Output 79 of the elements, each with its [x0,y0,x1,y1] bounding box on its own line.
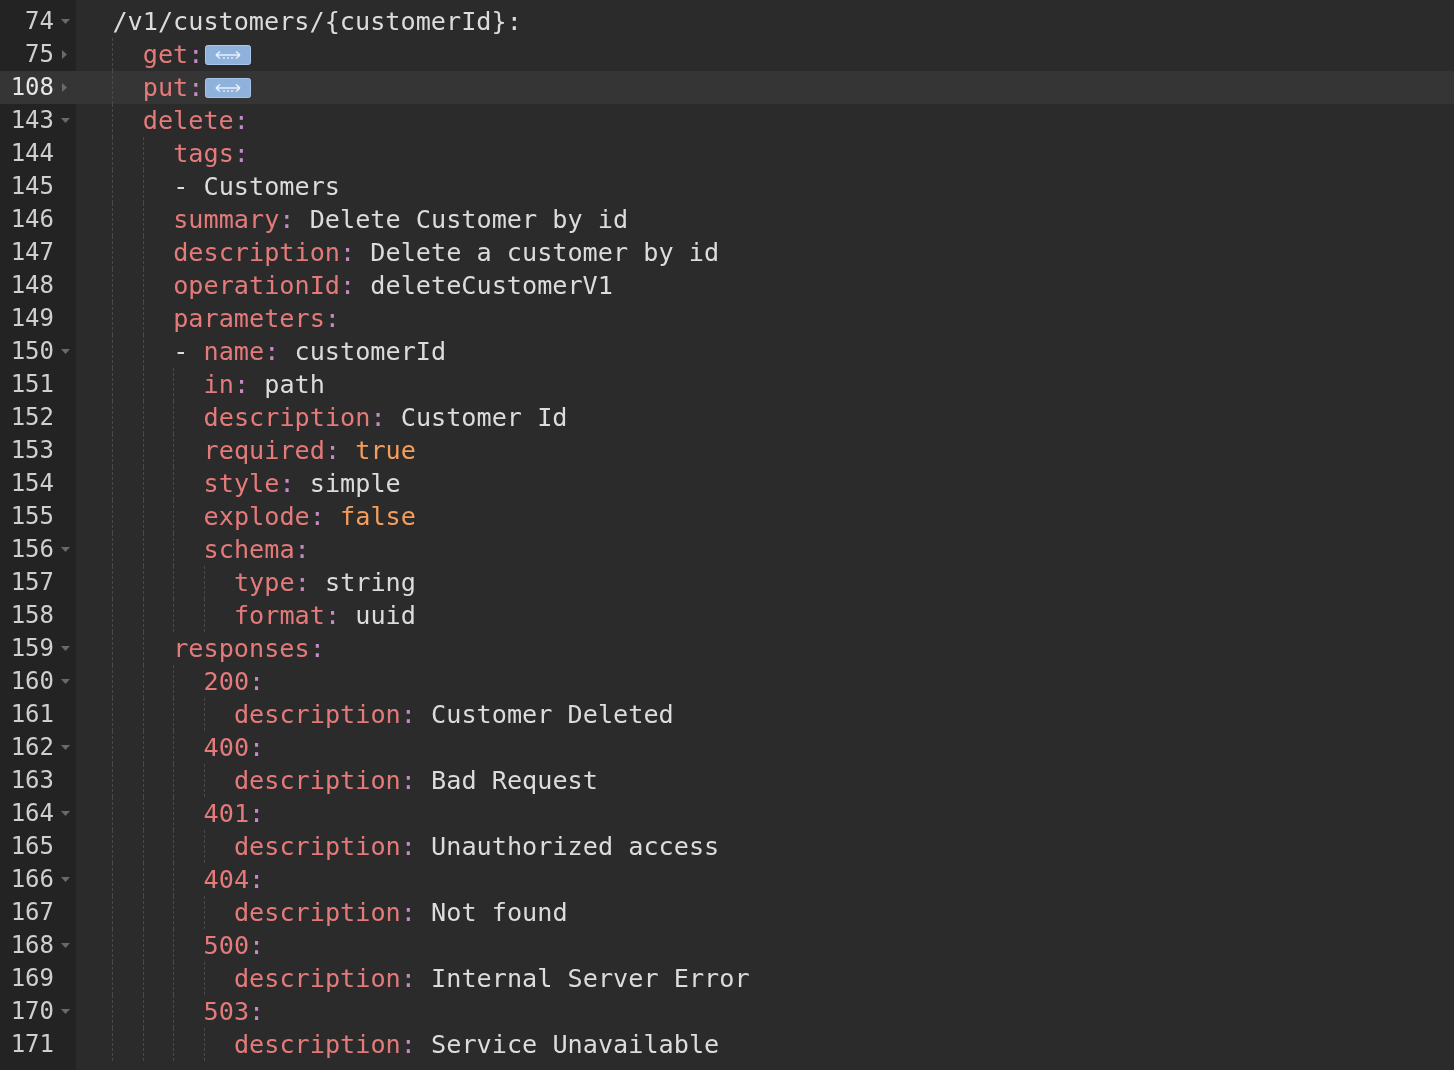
line-number: 155 [9,501,54,532]
code-line: get: [142,39,204,71]
fold-arrow-icon[interactable] [60,546,70,553]
code-line: - Customers [173,171,340,203]
line-number: 151 [9,369,54,400]
fold-arrow-icon[interactable] [60,348,70,355]
code-line: summary: Delete Customer by id [173,204,629,236]
line-number: 160 [9,666,54,697]
fold-arrow-icon[interactable] [62,50,68,59]
code-line: description: Customer Deleted [233,699,674,731]
code-line: schema: [203,534,310,566]
code-line: operationId: deleteCustomerV1 [173,270,613,302]
fold-arrow-icon[interactable] [60,18,70,25]
line-number: 163 [9,765,54,796]
code-line: 400: [203,732,265,764]
code-line: style: simple [203,468,401,500]
code-line: format: uuid [233,600,416,632]
fold-placeholder-icon[interactable] [205,44,252,65]
line-number: 161 [9,699,54,730]
code-line: responses: [173,633,325,665]
fold-arrow-icon[interactable] [60,942,70,949]
code-line: description: Customer Id [203,402,568,434]
code-line: 401: [203,798,265,830]
fold-arrow-icon[interactable] [60,744,70,751]
code-line: 404: [203,864,265,896]
code-line: 200: [203,666,265,698]
line-number: 169 [9,963,54,994]
code-line: description: Delete a customer by id [173,237,720,269]
line-number: 146 [9,204,54,235]
line-number: 170 [9,996,54,1027]
code-line: required: true [203,435,416,467]
line-number: 168 [9,930,54,961]
code-line: - name: customerId [173,336,447,368]
line-number: 152 [9,402,54,433]
code-line: 500: [203,930,265,962]
fold-arrow-icon[interactable] [60,876,70,883]
code-line: parameters: [173,303,340,335]
line-number: 164 [9,798,54,829]
code-line: 503: [203,996,265,1028]
code-line: description: Service Unavailable [233,1029,720,1061]
line-number: 145 [9,171,54,202]
line-number: 147 [9,237,54,268]
line-number: 157 [9,567,54,598]
fold-arrow-icon[interactable] [60,645,70,652]
code-line: /v1/customers/{customerId}: [112,6,522,38]
fold-placeholder-icon[interactable] [205,77,252,98]
line-number: 149 [9,303,54,334]
code-line: description: Internal Server Error [233,963,750,995]
line-number: 108 [9,72,54,103]
line-number: 167 [9,897,54,928]
fold-arrow-icon[interactable] [62,83,68,92]
line-number: 153 [9,435,54,466]
fold-arrow-icon[interactable] [60,117,70,124]
code-line: put: [142,72,204,104]
line-number: 148 [9,270,54,301]
code-line: in: path [203,369,325,401]
fold-arrow-icon[interactable] [60,1008,70,1015]
line-number: 144 [9,138,54,169]
line-number: 74 [24,6,54,37]
code-line: type: string [233,567,416,599]
line-number: 150 [9,336,54,367]
code-line: description: Not found [233,897,568,929]
line-number: 165 [9,831,54,862]
line-number: 143 [9,105,54,136]
line-number: 75 [24,39,54,70]
line-number: 162 [9,732,54,763]
code-line: description: Bad Request [233,765,598,797]
line-number: 154 [9,468,54,499]
code-line: delete: [142,105,249,137]
line-number: 166 [9,864,54,895]
fold-arrow-icon[interactable] [60,810,70,817]
code-line: tags: [173,138,249,170]
line-number: 171 [9,1029,54,1060]
code-line: description: Unauthorized access [233,831,720,863]
line-number: 159 [9,633,54,664]
code-line: explode: false [203,501,416,533]
fold-arrow-icon[interactable] [60,678,70,685]
line-number: 156 [9,534,54,565]
line-number: 158 [9,600,54,631]
